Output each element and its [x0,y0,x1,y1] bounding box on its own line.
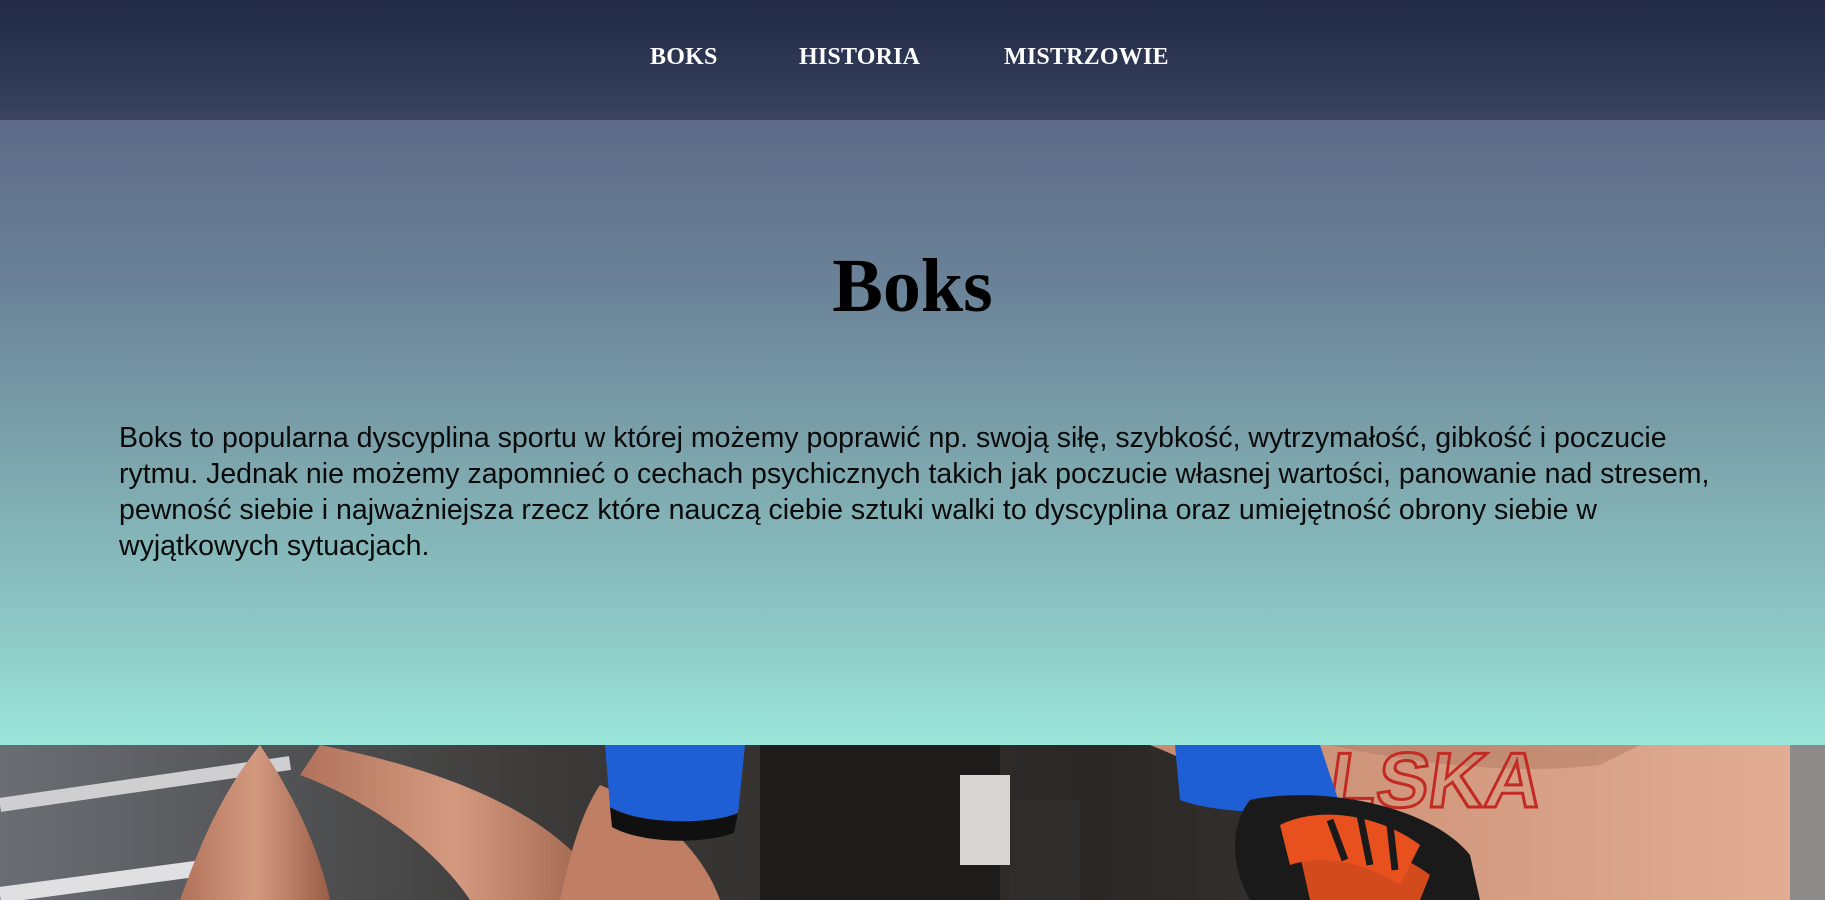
nav-link-mistrzowie[interactable]: MISTRZOWIE [1004,44,1169,71]
nav-menu: BOKS HISTORIA MISTRZOWIE [0,0,1825,120]
hero-section: Boks Boks to popularna dyscyplina sportu… [0,120,1825,745]
nav-link-boks[interactable]: BOKS [650,44,718,71]
top-navigation-bar: BOKS HISTORIA MISTRZOWIE [0,0,1825,120]
page-title: Boks [832,244,993,328]
boxing-photo: LSKA [0,745,1825,900]
boxing-fight-image: LSKA [0,745,1825,900]
intro-paragraph: Boks to popularna dyscyplina sportu w kt… [119,422,1710,562]
nav-link-historia[interactable]: HISTORIA [799,44,920,71]
